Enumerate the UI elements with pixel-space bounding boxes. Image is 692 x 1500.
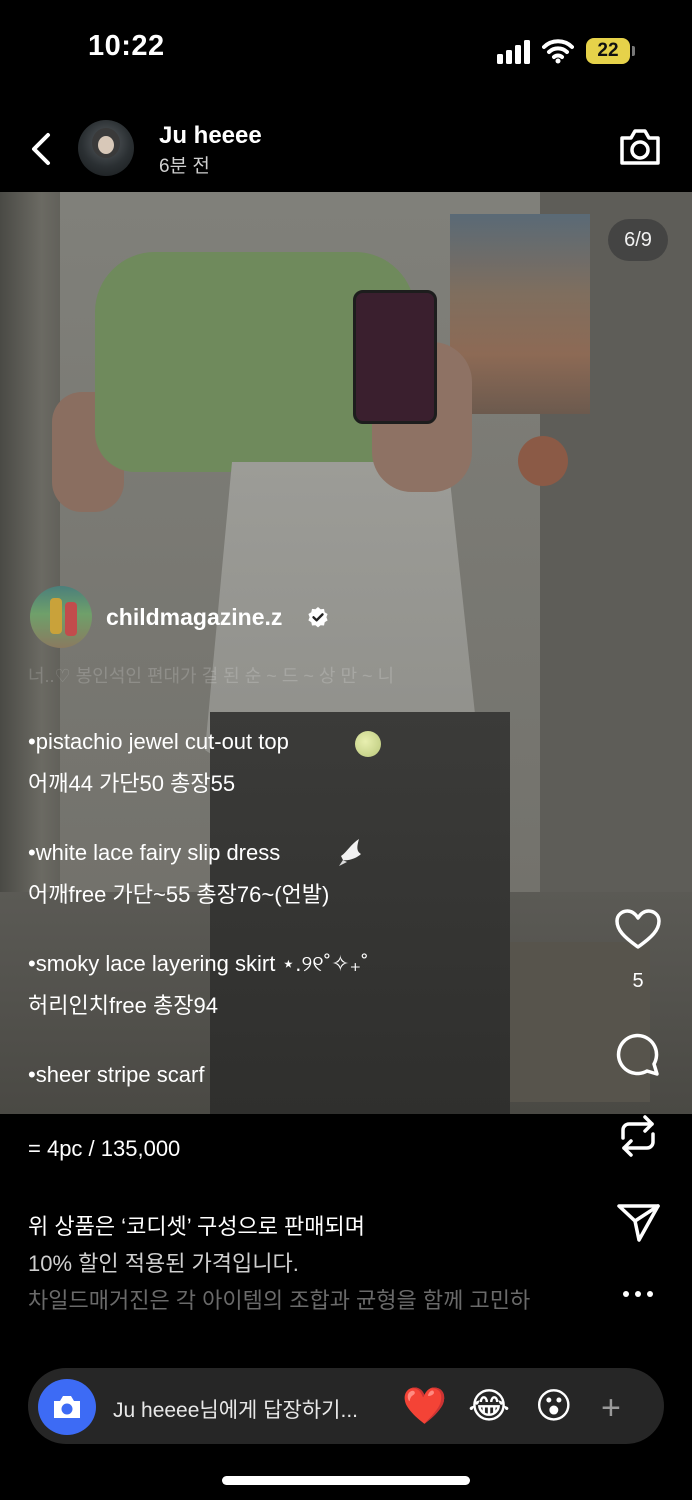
- green-circle-icon: [355, 731, 381, 757]
- heart-emoji-reaction[interactable]: ❤️: [402, 1384, 447, 1428]
- caption-line: 10% 할인 적용된 가격입니다.: [28, 1251, 299, 1276]
- caption-faded-line: 너..♡ 봉인석인 편대가 걸 된 순 ~ 드 ~ 상 만 ~ 니: [28, 666, 395, 686]
- home-indicator: [222, 1476, 470, 1485]
- back-icon[interactable]: [28, 132, 54, 166]
- more-icon[interactable]: [620, 1284, 656, 1304]
- caption-line: 어깨44 가단50 총장55: [28, 771, 236, 796]
- heart-icon[interactable]: [614, 906, 662, 954]
- surprised-emoji-reaction[interactable]: 😮: [535, 1384, 573, 1428]
- cellular-signal-icon: [497, 40, 530, 64]
- wifi-icon: [542, 39, 574, 64]
- camera-icon[interactable]: [618, 126, 662, 168]
- avatar[interactable]: [78, 120, 134, 176]
- dove-icon: [339, 839, 361, 866]
- caption-line: 어깨free 가단~55 총장76~(언발): [28, 882, 330, 907]
- caption-account-avatar[interactable]: [30, 586, 92, 648]
- page-indicator: 6/9: [608, 219, 668, 261]
- caption-line: 차일드매거진은 각 아이템의 조합과 균형을 함께 고민하: [28, 1288, 531, 1313]
- laughing-emoji-reaction[interactable]: 😂: [468, 1384, 510, 1428]
- camera-icon: [54, 1396, 80, 1418]
- caption-account-name[interactable]: childmagazine.z: [106, 604, 282, 631]
- comment-icon[interactable]: [614, 1030, 662, 1078]
- story-timestamp: 6분 전: [159, 156, 210, 177]
- caption-line: 허리인치free 총장94: [28, 993, 218, 1018]
- battery-indicator: 22: [586, 38, 635, 64]
- reply-camera-button[interactable]: [38, 1379, 96, 1435]
- caption-line: •white lace fairy slip dress: [28, 840, 281, 865]
- repost-icon[interactable]: [614, 1112, 662, 1160]
- reply-input[interactable]: Ju heeee님에게 답장하기...: [113, 1394, 358, 1424]
- caption-price: = 4pc / 135,000: [28, 1136, 181, 1161]
- caption-line: •pistachio jewel cut-out top: [28, 729, 289, 754]
- story-username[interactable]: Ju heeee: [159, 122, 262, 150]
- add-reaction-button[interactable]: +: [601, 1389, 621, 1428]
- status-time: 10:22: [88, 30, 165, 62]
- caption-line: •smoky lace layering skirt ⋆.୨୧˚✧₊˚: [28, 951, 369, 976]
- caption-line: 위 상품은 ‘코디셋’ 구성으로 판매되며: [28, 1214, 366, 1239]
- verified-icon: [308, 607, 328, 628]
- send-icon[interactable]: [614, 1198, 662, 1246]
- likes-count: 5: [632, 970, 644, 992]
- caption-line: •sheer stripe scarf: [28, 1062, 205, 1087]
